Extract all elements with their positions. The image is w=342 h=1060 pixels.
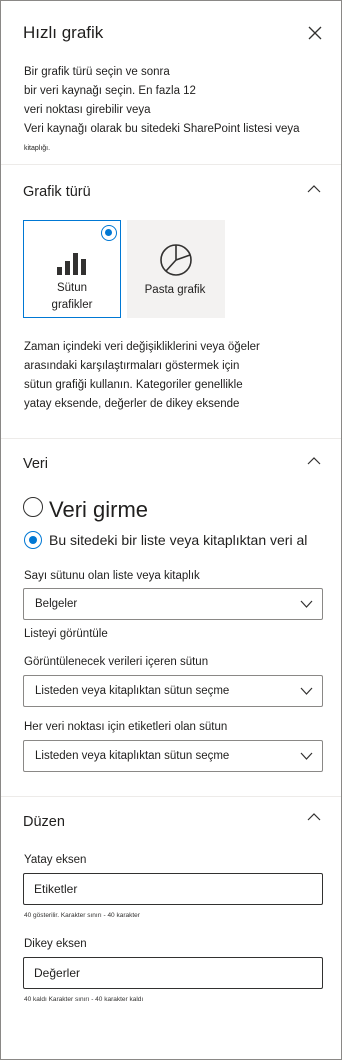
y-axis-hint: 40 kaldı Karakter sınırı - 40 karakter k… <box>24 996 144 1003</box>
intro-line-1: Bir grafik türü seçin ve sonra <box>24 66 170 78</box>
radio-list-data[interactable] <box>24 531 42 549</box>
chevron-up-icon[interactable] <box>307 456 321 465</box>
selected-indicator <box>101 225 117 241</box>
description-line-4: yatay eksende, değerler de dikey eksende <box>24 398 240 410</box>
label-column-dropdown-value: Listeden veya kitaplıktan sütun seçme <box>35 750 230 762</box>
divider <box>1 796 341 797</box>
x-axis-hint: 40 gösterilir. Karakter sınırı - 40 kara… <box>24 912 140 919</box>
intro-line-3: veri noktası girebilir veya <box>24 104 151 116</box>
intro-line-2: bir veri kaynağı seçin. En fazla 12 <box>24 85 196 97</box>
description-line-2: arasındaki karşılaştırmaları göstermek i… <box>24 360 240 372</box>
section-title-data: Veri <box>23 456 48 472</box>
chart-type-column-label-line-2: grafikler <box>51 299 93 311</box>
radio-manual-data[interactable] <box>23 497 43 517</box>
divider <box>1 438 341 439</box>
data-column-dropdown[interactable]: Listeden veya kitaplıktan sütun seçme <box>23 675 323 707</box>
intro-line-4: Veri kaynağı olarak bu sitedeki SharePoi… <box>24 123 300 135</box>
section-title-chart-type: Grafik türü <box>23 184 91 200</box>
pie-chart-icon <box>160 244 192 276</box>
close-icon[interactable] <box>306 24 324 42</box>
chart-type-description: Zaman içindeki veri değişikliklerini vey… <box>24 338 314 414</box>
panel-intro: Bir grafik türü seçin ve sonra bir veri … <box>24 63 324 158</box>
chevron-up-icon[interactable] <box>307 812 321 821</box>
list-dropdown-value: Belgeler <box>35 598 78 610</box>
x-axis-input[interactable] <box>23 873 323 905</box>
radio-list-data-label[interactable]: Bu sitedeki bir liste veya kitaplıktan v… <box>49 532 307 548</box>
data-column-label: Görüntülenecek verileri içeren sütun <box>24 656 209 668</box>
section-title-layout: Düzen <box>23 814 65 830</box>
data-column-dropdown-value: Listeden veya kitaplıktan sütun seçme <box>35 685 230 697</box>
radio-manual-data-label[interactable]: Veri girme <box>49 497 148 523</box>
x-axis-label: Yatay eksen <box>24 854 87 866</box>
y-axis-label: Dikey eksen <box>24 938 87 950</box>
chevron-down-icon <box>300 687 313 695</box>
chevron-down-icon <box>300 600 313 608</box>
intro-line-5: kitaplığı. <box>24 145 51 152</box>
chart-type-column[interactable]: Sütun grafikler <box>23 220 121 318</box>
column-chart-icon <box>57 253 86 275</box>
chevron-up-icon[interactable] <box>307 184 321 193</box>
description-line-3: sütun grafiği kullanın. Kategoriler gene… <box>24 379 243 391</box>
chart-type-column-label: Sütun grafikler <box>24 280 120 314</box>
divider <box>1 164 341 165</box>
quick-chart-panel: Hızlı grafik Bir grafik türü seçin ve so… <box>0 0 342 1060</box>
panel-title: Hızlı grafik <box>23 23 104 42</box>
list-dropdown[interactable]: Belgeler <box>23 588 323 620</box>
y-axis-input[interactable] <box>23 957 323 989</box>
view-list-link[interactable]: Listeyi görüntüle <box>24 628 108 640</box>
chart-type-pie-label: Pasta grafik <box>144 284 206 296</box>
chart-type-pie[interactable]: Pasta grafik <box>127 220 225 318</box>
list-label: Sayı sütunu olan liste veya kitaplık <box>24 570 200 582</box>
label-column-label: Her veri noktası için etiketleri olan sü… <box>24 721 228 733</box>
chart-type-column-label-line-1: Sütun <box>56 282 88 294</box>
chevron-down-icon <box>300 752 313 760</box>
description-line-1: Zaman içindeki veri değişikliklerini vey… <box>24 341 260 353</box>
label-column-dropdown[interactable]: Listeden veya kitaplıktan sütun seçme <box>23 740 323 772</box>
